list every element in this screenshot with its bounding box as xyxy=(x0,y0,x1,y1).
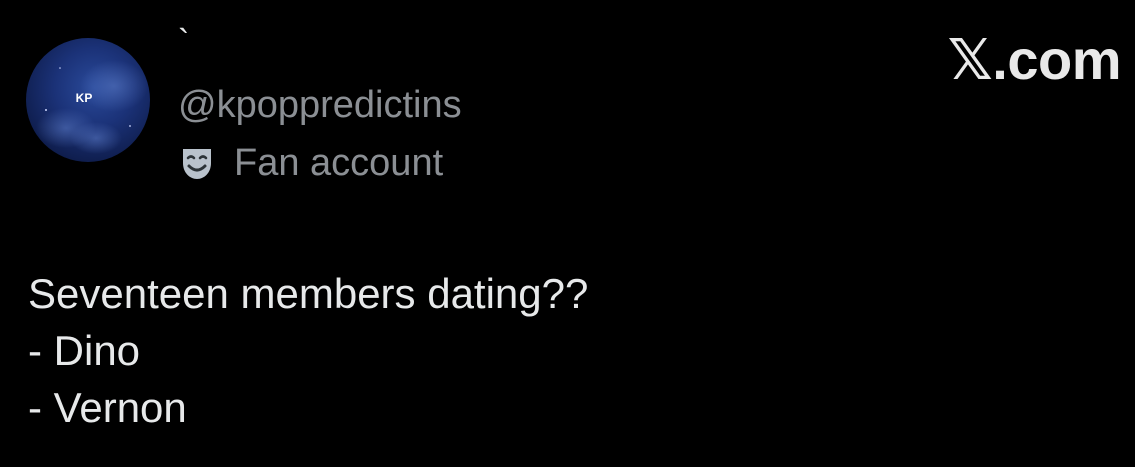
account-badge: Fan account xyxy=(178,140,443,186)
author-handle[interactable]: @kpoppredictins xyxy=(178,83,462,127)
author-display-name[interactable]: ` xyxy=(178,22,189,62)
post-line: Seventeen members dating?? xyxy=(28,270,589,317)
post-card: KP ` @kpoppredictins Fan account 𝕏.com S… xyxy=(0,0,1135,467)
post-text: Seventeen members dating?? - Dino - Vern… xyxy=(28,265,588,436)
avatar-image: KP xyxy=(26,38,150,162)
theater-mask-icon xyxy=(183,149,211,179)
x-brand-logo: 𝕏.com xyxy=(947,28,1122,91)
profile-avatar[interactable]: KP xyxy=(26,38,150,162)
post-line: - Dino xyxy=(28,327,141,374)
badge-label: Fan account xyxy=(234,142,444,184)
post-line: - Vernon xyxy=(28,384,187,431)
avatar-initials: KP xyxy=(76,91,93,105)
